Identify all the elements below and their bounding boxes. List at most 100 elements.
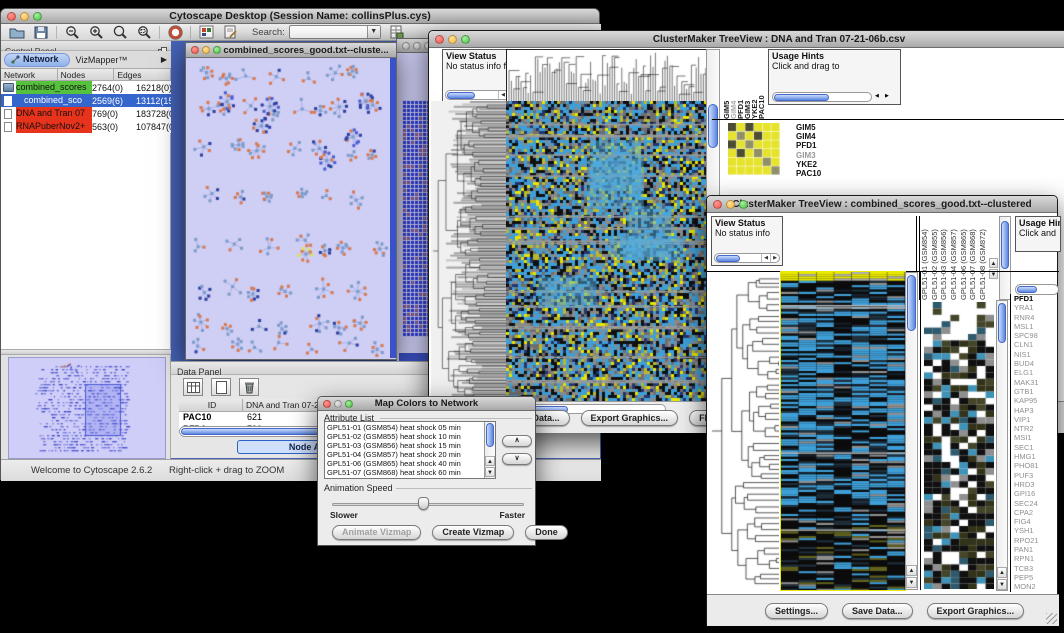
array-label[interactable]: GPL51-03 (GSM856) [939, 216, 949, 300]
attribute-select-icon[interactable] [183, 378, 203, 396]
window-controls[interactable] [7, 12, 42, 21]
close-icon[interactable] [402, 42, 410, 50]
network-canvas[interactable] [188, 58, 390, 358]
search-input[interactable]: ▼ [289, 25, 381, 39]
row-dendrogram-canvas[interactable] [709, 272, 779, 590]
scroll-down-icon[interactable]: ▼ [485, 467, 495, 477]
treeview-button[interactable]: Export Graphics... [927, 603, 1025, 619]
attribute-list-item[interactable]: GPL51-01 (GSM854) heat shock 05 min [327, 423, 483, 432]
zoom-window-icon[interactable] [739, 200, 748, 209]
gene-label[interactable]: PEP5 [1014, 573, 1057, 582]
dialog-button[interactable]: Create Vizmap [432, 525, 514, 540]
scroll-up-icon[interactable]: ▲ [906, 565, 917, 576]
gene-label[interactable]: CPA2 [1014, 508, 1057, 517]
scroll-thumb[interactable] [447, 92, 475, 99]
minimize-icon[interactable] [726, 200, 735, 209]
gene-label[interactable]: RNR4 [1014, 313, 1057, 322]
network-table-row[interactable]: RNAPuberNov2+ 563(0) 107847(0) [1, 120, 171, 133]
selected-cluster-heatmap[interactable] [924, 302, 994, 589]
array-label[interactable]: GPL51-01 (GSM854) [920, 216, 930, 300]
close-icon[interactable] [191, 46, 199, 54]
zoom-fit-icon[interactable] [132, 24, 156, 41]
minimize-icon[interactable] [20, 12, 29, 21]
move-down-button[interactable]: ∨ [502, 453, 532, 465]
resize-grip[interactable] [1046, 613, 1057, 624]
scroll-up-icon[interactable]: ▲ [485, 456, 495, 466]
window-controls[interactable] [323, 400, 353, 408]
gene-label[interactable]: RPO21 [1014, 536, 1057, 545]
heatmap-vscrollbar[interactable]: ▲ ▼ [905, 272, 918, 590]
network-table-row[interactable]: DNA and Tran 07 769(0) 183728(0) [1, 107, 171, 120]
scroll-up-icon[interactable]: ▲ [989, 258, 998, 268]
attribute-list-item[interactable]: GPL51-07 (GSM868) heat shock 60 min [327, 468, 483, 477]
minimize-icon[interactable] [448, 35, 457, 44]
treeview-button[interactable]: Save Data... [842, 603, 913, 619]
treeview-button[interactable]: Export Graphics... [581, 410, 679, 426]
scroll-down-icon[interactable]: ▼ [906, 577, 917, 588]
column-label[interactable]: PAC10 [758, 49, 765, 119]
treeview-button[interactable]: Settings... [765, 603, 828, 619]
row-label[interactable]: YKE2 [796, 160, 854, 169]
help-ring-icon[interactable] [163, 24, 187, 41]
zoom-window-icon[interactable] [213, 46, 221, 54]
row-label[interactable]: PAC10 [796, 169, 854, 178]
tab-network[interactable]: Network [4, 53, 70, 67]
scroll-thumb[interactable] [486, 423, 494, 447]
speed-slider-thumb[interactable] [418, 497, 429, 510]
column-dendrogram-area[interactable] [785, 216, 917, 271]
new-attribute-icon[interactable] [211, 378, 231, 396]
minimize-icon[interactable] [413, 42, 421, 50]
scroll-thumb[interactable] [708, 104, 718, 148]
gene-label[interactable]: PAN1 [1014, 545, 1057, 554]
move-up-button[interactable]: ∧ [502, 435, 532, 447]
gene-label[interactable]: RPN1 [1014, 554, 1057, 563]
gene-label[interactable]: MON2 [1014, 582, 1057, 591]
heatmap-canvas[interactable] [781, 272, 905, 590]
zoom-selected-icon[interactable] [108, 24, 132, 41]
vertical-scrollbar[interactable] [390, 58, 396, 358]
gene-label[interactable]: ELG1 [1014, 368, 1057, 377]
row-label[interactable]: GIM4 [796, 132, 854, 141]
gene-label[interactable]: HRD3 [1014, 480, 1057, 489]
gene-label[interactable]: HMG1 [1014, 452, 1057, 461]
column-label[interactable]: PFD1 [737, 49, 744, 119]
scroll-thumb[interactable] [1001, 221, 1009, 269]
close-icon[interactable] [7, 12, 16, 21]
close-icon[interactable] [713, 200, 722, 209]
array-label[interactable]: GPL51-04 (GSM857) [949, 216, 959, 300]
close-icon[interactable] [435, 35, 444, 44]
labels-vscrollbar[interactable] [999, 216, 1011, 300]
zoom-window-icon[interactable] [345, 400, 353, 408]
scroll-thumb[interactable] [1017, 286, 1037, 293]
gene-label[interactable]: NIS1 [1014, 350, 1057, 359]
minimize-icon[interactable] [334, 400, 342, 408]
row-label[interactable]: GIM5 [796, 123, 854, 132]
row-dendrogram-canvas[interactable] [431, 101, 506, 401]
scroll-thumb[interactable] [907, 275, 916, 331]
gene-label[interactable]: PFD1 [1014, 294, 1057, 303]
scroll-up-icon[interactable]: ▲ [997, 567, 1007, 578]
scroll-thumb[interactable] [998, 303, 1006, 343]
gene-label[interactable]: HAP3 [1014, 406, 1057, 415]
open-folder-icon[interactable] [5, 24, 29, 41]
hscrollbar[interactable] [772, 92, 872, 102]
heatmap-canvas[interactable] [506, 101, 706, 401]
scroll-left-icon[interactable]: ◀ [761, 254, 770, 262]
gene-label[interactable]: BUD4 [1014, 359, 1057, 368]
zoom-in-icon[interactable] [84, 24, 108, 41]
zoom-window-icon[interactable] [461, 35, 470, 44]
minimize-icon[interactable] [202, 46, 210, 54]
list-vscrollbar[interactable]: ▲ ▼ [484, 422, 495, 478]
gene-label[interactable]: MSL1 [1014, 322, 1057, 331]
save-icon[interactable] [29, 24, 53, 41]
gene-label[interactable]: PUF3 [1014, 471, 1057, 480]
network-table-row[interactable]: combined_scores 2764(0) 16218(0) [1, 81, 171, 94]
gene-label[interactable]: PHO81 [1014, 461, 1057, 470]
hscrollbar[interactable]: ◀▶ [714, 253, 780, 263]
attribute-list-item[interactable]: GPL51-06 (GSM865) heat shock 40 min [327, 459, 483, 468]
window-controls[interactable] [191, 46, 221, 54]
gene-label[interactable]: MSI1 [1014, 433, 1057, 442]
attribute-list-item[interactable]: GPL51-04 (GSM857) heat shock 20 min [327, 450, 483, 459]
delete-attribute-icon[interactable] [239, 378, 259, 396]
tab-vizmapper[interactable]: VizMapper™ [76, 55, 128, 65]
